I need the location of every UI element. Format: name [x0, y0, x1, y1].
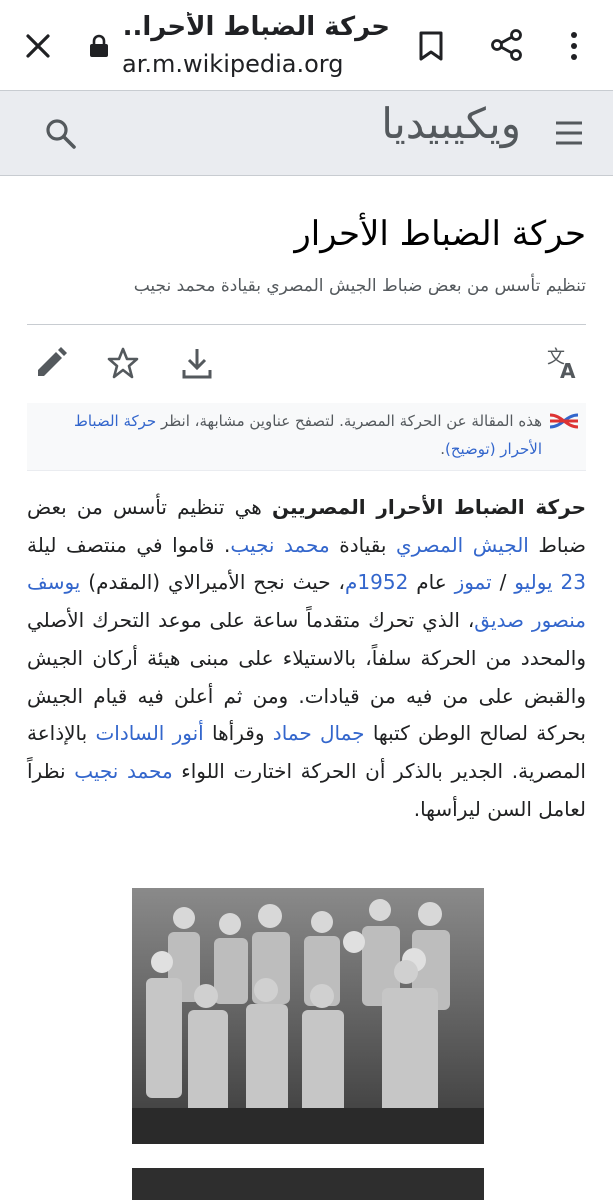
article-photo-2[interactable]: [132, 1168, 484, 1200]
lock-icon: [90, 34, 108, 57]
close-icon[interactable]: [22, 30, 54, 62]
bookmark-icon[interactable]: [418, 30, 444, 62]
translate-icon[interactable]: 文 A: [546, 346, 580, 380]
article-text: وقرأها: [203, 721, 273, 746]
link-23-july[interactable]: 23 يوليو: [514, 570, 586, 594]
more-vert-icon[interactable]: [566, 30, 582, 62]
article-text: . قاموا في منتصف ليلة: [27, 532, 231, 557]
article-subject: حركة الضباط الأحرار المصريين: [271, 495, 586, 519]
page-actions: 文 A: [0, 342, 613, 386]
article-text: ، حيث نجح الأميرالاي (المقدم): [80, 570, 346, 595]
tab-title[interactable]: حركة الضباط الأحرا...: [120, 12, 390, 42]
page-title: حركة الضباط الأحرار: [294, 214, 586, 254]
article-paragraph: حركة الضباط الأحرار المصريين هي تنظيم تأ…: [27, 489, 586, 828]
group-photo-image: [132, 888, 484, 1144]
link-gamal-hammad[interactable]: جمال حماد: [273, 721, 365, 745]
hatnote: هذه المقالة عن الحركة المصرية. لتصفح عنا…: [27, 403, 586, 471]
link-egyptian-army[interactable]: الجيش المصري: [396, 533, 529, 557]
link-mohamed-naguib[interactable]: محمد نجيب: [230, 533, 329, 557]
download-icon[interactable]: [180, 346, 214, 380]
menu-icon[interactable]: [554, 120, 584, 146]
browser-toolbar: حركة الضباط الأحرا... ar.m.wikipedia.org: [0, 0, 613, 90]
article-text: عام: [408, 570, 455, 595]
star-icon[interactable]: [106, 346, 140, 380]
link-tammuz[interactable]: تموز: [455, 570, 492, 594]
disambiguation-icon: [549, 413, 579, 429]
share-icon[interactable]: [490, 28, 524, 62]
link-1952[interactable]: 1952م: [345, 570, 408, 594]
edit-icon[interactable]: [34, 346, 68, 380]
article-text: /: [491, 570, 515, 595]
tab-url[interactable]: ar.m.wikipedia.org: [122, 50, 343, 78]
link-mohamed-naguib-2[interactable]: محمد نجيب: [74, 759, 172, 783]
search-icon[interactable]: [44, 117, 78, 151]
hatnote-text: هذه المقالة عن الحركة المصرية. لتصفح عنا…: [156, 412, 542, 430]
title-divider: [27, 324, 586, 325]
link-anwar-sadat[interactable]: أنور السادات: [95, 721, 203, 745]
page-subtitle: تنظيم تأسس من بعض ضباط الجيش المصري بقيا…: [133, 276, 586, 296]
wikipedia-logo[interactable]: ويكيبيديا: [381, 99, 521, 148]
article-text: بقيادة: [329, 532, 396, 557]
svg-text:A: A: [560, 359, 576, 380]
article-photo[interactable]: [132, 888, 484, 1144]
wikipedia-header: ويكيبيديا: [0, 90, 613, 176]
